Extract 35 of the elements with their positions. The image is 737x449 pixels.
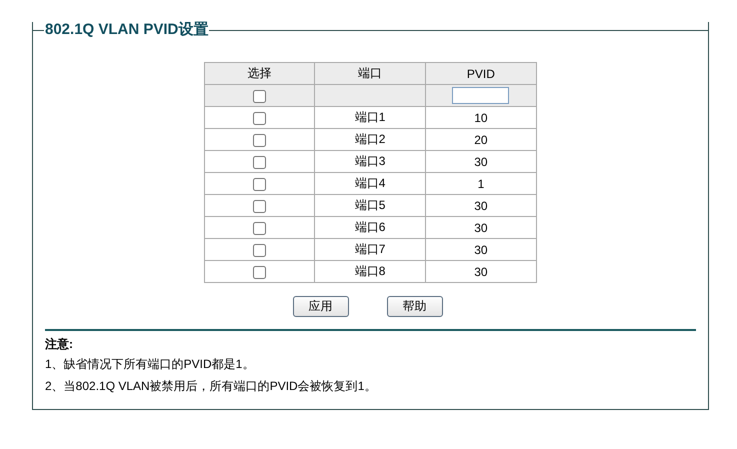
- checkbox[interactable]: [253, 244, 266, 257]
- table-cell: 30: [425, 260, 536, 282]
- checkbox[interactable]: [253, 200, 266, 213]
- column-header: 端口: [314, 62, 426, 84]
- apply-button[interactable]: 应用: [292, 296, 348, 317]
- checkbox[interactable]: [253, 156, 266, 169]
- column-header: PVID: [425, 62, 536, 84]
- checkbox[interactable]: [253, 222, 266, 235]
- table-cell: 端口7: [314, 238, 426, 260]
- table-cell: 端口1: [314, 106, 426, 128]
- table-cell: 端口5: [314, 194, 426, 216]
- note-text: 1、缺省情况下所有端口的PVID都是1。: [45, 356, 256, 373]
- table-cell: 30: [425, 238, 536, 260]
- table-cell: 20: [425, 128, 536, 150]
- help-button[interactable]: 帮助: [386, 296, 442, 317]
- table-cell: 10: [425, 106, 536, 128]
- pvid-input[interactable]: [452, 87, 510, 104]
- table-cell: 端口8: [314, 260, 426, 282]
- checkbox[interactable]: [253, 90, 266, 103]
- notes-heading: 注意:: [45, 336, 74, 353]
- table-cell: 端口3: [314, 150, 426, 172]
- column-header: 选择: [204, 62, 315, 84]
- panel-title: 802.1Q VLAN PVID设置: [44, 22, 210, 38]
- checkbox[interactable]: [253, 178, 266, 191]
- table-cell: 端口2: [314, 128, 426, 150]
- table-cell: 端口4: [314, 172, 426, 194]
- table-cell: 30: [425, 216, 536, 238]
- table-cell: 30: [425, 150, 536, 172]
- checkbox[interactable]: [253, 134, 266, 147]
- checkbox[interactable]: [253, 112, 266, 125]
- table-cell: 端口6: [314, 216, 426, 238]
- note-text: 2、当802.1Q VLAN被禁用后，所有端口的PVID会被恢复到1。: [45, 378, 378, 395]
- checkbox[interactable]: [253, 266, 266, 279]
- table-cell: 1: [425, 172, 536, 194]
- table-cell: 30: [425, 194, 536, 216]
